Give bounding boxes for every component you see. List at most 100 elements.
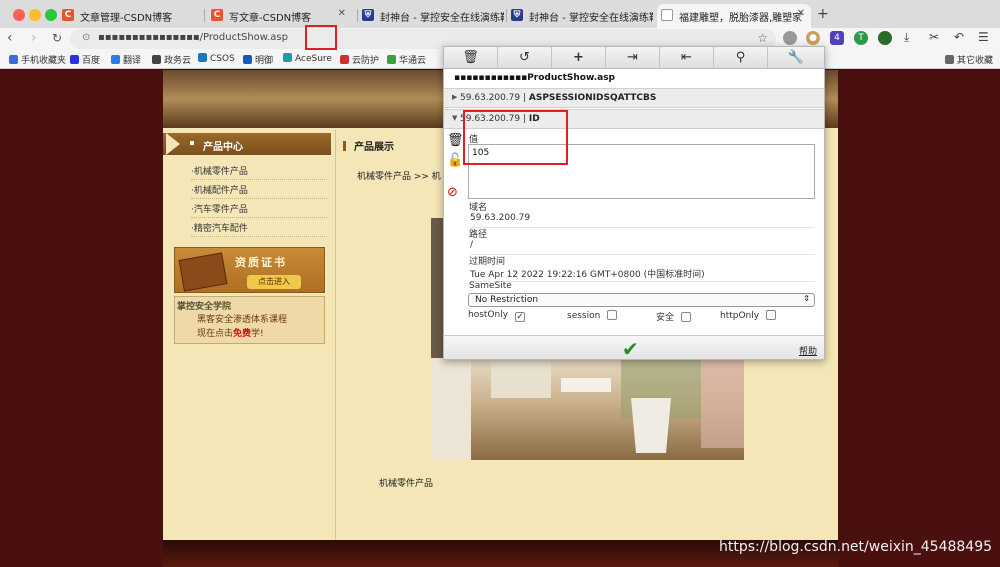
export-icon[interactable]: ⇤ (660, 47, 714, 69)
sidebar-link-machinery-accessories[interactable]: ·机械配件产品 (191, 180, 327, 199)
search-icon[interactable]: ⚲ (714, 47, 768, 69)
extension-t-icon[interactable]: T (854, 31, 868, 45)
download-icon[interactable]: ⤓ (904, 30, 909, 45)
cookie-row-session[interactable]: ▶ 59.63.200.79 | ASPSESSIONIDSQATTCBS (444, 88, 824, 108)
collapse-icon[interactable]: ▼ (452, 114, 457, 122)
tab-label: 封神台 - 掌控安全在线演练靶 (380, 13, 504, 24)
back-icon[interactable]: ‹ (7, 30, 13, 46)
certificate-image (178, 252, 228, 292)
samesite-select[interactable]: No Restriction ⇕ (468, 293, 815, 307)
tab-label: 封神台 - 掌控安全在线演练靶 (529, 13, 653, 24)
tab-label: 福建雕塑，脱胎漆器,雕塑家 (679, 13, 803, 24)
menu-icon[interactable]: ☰ (978, 30, 989, 44)
bookmark-mobile[interactable]: 手机收藏夹 (9, 53, 66, 66)
bookmark-mingyu[interactable]: 明御 (243, 53, 273, 66)
extension-green-icon[interactable] (878, 31, 892, 45)
save-checkmark-icon[interactable]: ✔ (622, 337, 639, 361)
close-tab-icon[interactable]: ✕ (797, 8, 805, 19)
cloud-shield-icon (340, 55, 349, 64)
tab-fengshentai-2[interactable]: ⛨ 封神台 - 掌控安全在线演练靶 (507, 4, 653, 28)
ad-line: 黑客安全渗透体系课程 (197, 315, 288, 325)
bookmark-icon (9, 55, 18, 64)
cookie-path-field[interactable]: / (470, 240, 815, 255)
secure-checkbox[interactable]: 安全 (656, 310, 692, 323)
bullet-square-icon (190, 141, 194, 145)
httponly-checkbox[interactable]: httpOnly (720, 310, 777, 321)
bookmark-gov-cloud[interactable]: 政务云 (152, 53, 191, 66)
delete-cookie-icon[interactable]: 🗑 (447, 133, 464, 148)
bookmark-csos[interactable]: CSOS (198, 53, 235, 64)
tab-active-site[interactable]: 福建雕塑，脱胎漆器,雕塑家 ✕ (657, 4, 811, 28)
checkmark-icon[interactable]: ✓ (515, 312, 526, 322)
cookie-domain-field[interactable]: 59.63.200.79 (470, 213, 815, 228)
breadcrumb[interactable]: 机械零件产品 >> 机 (357, 169, 441, 182)
sidebar-link-auto-parts[interactable]: ·汽车零件产品 (191, 199, 327, 218)
document-icon (661, 9, 673, 21)
heading-bar-icon (343, 141, 346, 151)
plus-icon[interactable]: + (552, 47, 606, 69)
reload-icon[interactable]: ↻ (52, 31, 62, 45)
bookmark-huatong[interactable]: 华通云 (387, 53, 426, 66)
undo-icon[interactable]: ↺ (498, 47, 552, 69)
minimize-window-button[interactable] (29, 9, 41, 21)
csdn-icon: C (62, 9, 74, 21)
scissors-icon[interactable]: ✂ (929, 30, 939, 44)
cookie-expires-field[interactable]: Tue Apr 12 2022 19:22:16 GMT+0800 (中国标准时… (470, 267, 815, 282)
bookmark-other[interactable]: 其它收藏 (945, 53, 993, 66)
expand-icon[interactable]: ▶ (452, 93, 457, 101)
tab-fengshentai-1[interactable]: ⛨ 封神台 - 掌控安全在线演练靶 (358, 4, 504, 28)
expires-label: 过期时间 (469, 257, 506, 267)
huatong-icon (387, 55, 396, 64)
bookmark-baidu[interactable]: 百度 (70, 53, 100, 66)
hostonly-checkbox[interactable]: hostOnly ✓ (468, 310, 526, 322)
security-academy-ad[interactable]: 掌控安全学院 黑客安全渗透体系课程 现在点击免费学! (174, 296, 325, 344)
room-illustration (431, 358, 744, 460)
undo-icon[interactable]: ↶ (954, 30, 964, 44)
watermark: https://blog.csdn.net/weixin_45488495 (719, 539, 993, 555)
product-photo (431, 358, 744, 460)
baidu-icon (70, 55, 79, 64)
product-caption[interactable]: 机械零件产品 (379, 476, 433, 489)
help-link[interactable]: 帮助 (799, 344, 817, 357)
wrench-icon[interactable]: 🔧 (768, 47, 824, 69)
cert-enter-button[interactable]: 点击进入 (247, 275, 301, 289)
tab-csdn-articles[interactable]: C 文章管理-CSDN博客 (58, 4, 198, 28)
cookie-editor-panel: 🗑 ↺ + ⇥ ⇤ ⚲ 🔧 ▪▪▪▪▪▪▪▪▪▪▪▪ProductShow.as… (443, 46, 825, 361)
bookmark-star-icon[interactable]: ☆ (757, 31, 768, 45)
select-arrows-icon: ⇕ (803, 294, 810, 303)
close-tab-icon[interactable]: ✕ (338, 8, 346, 19)
address-url[interactable]: ▪▪▪▪▪▪▪▪▪▪▪▪▪▪▪/ProductShow.asp (98, 32, 288, 43)
extension-badge-icon[interactable]: 4 (830, 31, 844, 45)
bookmark-translate[interactable]: 翻译 (111, 53, 141, 66)
bookmark-acesure[interactable]: AceSure (283, 53, 332, 64)
cookie-page-url: ▪▪▪▪▪▪▪▪▪▪▪▪ProductShow.asp (454, 73, 616, 83)
site-info-icon[interactable]: ⊙ (82, 32, 90, 43)
checkbox-box[interactable] (681, 312, 692, 322)
checkbox-box[interactable] (766, 310, 777, 320)
forward-icon[interactable]: › (31, 30, 37, 46)
cookie-editor-icon[interactable]: ● (806, 31, 820, 45)
zoom-window-button[interactable] (45, 9, 57, 21)
new-tab-button[interactable]: + (817, 6, 829, 22)
certificate-banner[interactable]: 资质证书 点击进入 (174, 247, 325, 293)
extension-gray-icon[interactable] (783, 31, 797, 45)
sidebar-link-machinery-parts[interactable]: ·机械零件产品 (191, 161, 327, 180)
main-title: 产品展示 (343, 138, 394, 153)
trash-icon[interactable]: 🗑 (444, 47, 498, 69)
import-icon[interactable]: ⇥ (606, 47, 660, 69)
session-checkbox[interactable]: session (567, 310, 618, 321)
samesite-label: SameSite (469, 281, 512, 291)
translate-icon (111, 55, 120, 64)
shield-site-icon: ⛨ (511, 9, 523, 21)
annotation-box-url (305, 25, 337, 50)
bookmark-cloud-protect[interactable]: 云防护 (340, 53, 379, 66)
ad-line: 现在点击免费学! (197, 329, 264, 339)
checkbox-box[interactable] (607, 310, 618, 320)
tab-label: 文章管理-CSDN博客 (80, 13, 173, 24)
close-window-button[interactable] (13, 9, 25, 21)
sidebar-link-precision-auto[interactable]: ·精密汽车配件 (191, 218, 327, 237)
csdn-icon: C (211, 9, 223, 21)
block-icon[interactable]: ⊘ (447, 185, 458, 200)
lock-icon[interactable]: 🔓 (447, 153, 463, 168)
domain-label: 域名 (469, 203, 488, 213)
